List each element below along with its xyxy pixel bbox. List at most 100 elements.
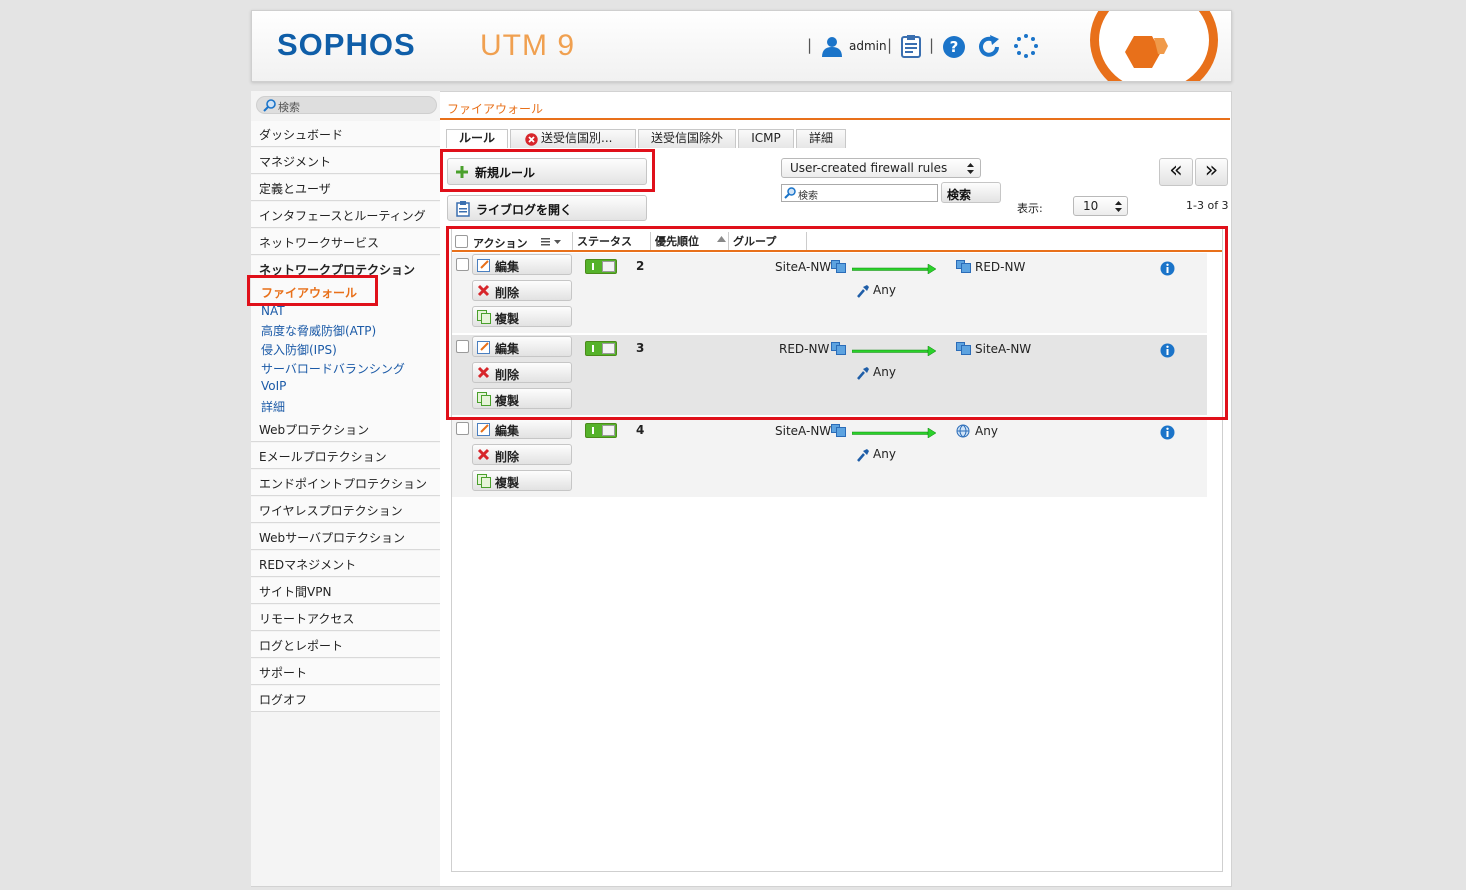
sidebar-item-definitions-users[interactable]: 定義とユーザ <box>251 175 440 201</box>
rule-service[interactable]: Any <box>873 365 896 379</box>
clone-label: 複製 <box>495 476 520 490</box>
column-status[interactable]: ステータス <box>577 233 632 249</box>
info-icon[interactable] <box>1160 261 1175 276</box>
status-toggle[interactable] <box>585 423 617 438</box>
sidebar-item-management[interactable]: マネジメント <box>251 148 440 174</box>
network-icon <box>831 342 846 355</box>
tab-label: 送受信国別... <box>541 131 613 145</box>
search-button[interactable]: 検索 <box>941 182 1001 203</box>
delete-label: 削除 <box>495 368 520 382</box>
sidebar-subitem-ips[interactable]: 侵入防御(IPS) <box>261 341 337 358</box>
sidebar-item-email-protection[interactable]: Eメールプロテクション <box>251 443 440 469</box>
edit-button[interactable]: 編集 <box>472 336 572 357</box>
hexagon-logo <box>1090 11 1218 81</box>
sidebar-item-endpoint-protection[interactable]: エンドポイントプロテクション <box>251 470 440 496</box>
sidebar-item-label: リモートアクセス <box>259 612 355 626</box>
sidebar-item-interfaces-routing[interactable]: インタフェースとルーティング <box>251 202 440 228</box>
clone-button[interactable]: 複製 <box>472 470 572 491</box>
rule-source[interactable]: RED-NW <box>779 342 829 356</box>
edit-label: 編集 <box>495 260 520 274</box>
rule-destination[interactable]: SiteA-NW <box>975 342 1031 356</box>
sidebar-item-web-protection[interactable]: Webプロテクション <box>251 416 440 442</box>
sidebar-item-webserver-protection[interactable]: Webサーバプロテクション <box>251 524 440 550</box>
clone-icon <box>477 310 491 324</box>
network-icon <box>956 342 971 355</box>
prev-page-button[interactable]: « <box>1159 158 1193 186</box>
sidebar-item-wireless-protection[interactable]: ワイヤレスプロテクション <box>251 497 440 523</box>
sidebar-item-label: ワイヤレスプロテクション <box>259 504 403 518</box>
sidebar-item-red-management[interactable]: REDマネジメント <box>251 551 440 577</box>
tab-icmp[interactable]: ICMP <box>738 129 794 148</box>
sidebar-item-support[interactable]: サポート <box>251 659 440 685</box>
edit-button[interactable]: 編集 <box>472 418 572 439</box>
rule-destination[interactable]: Any <box>975 424 998 438</box>
sidebar-subitem-server-load-balancing[interactable]: サーバロードバランシング <box>261 360 405 377</box>
rule-destination[interactable]: RED-NW <box>975 260 1025 274</box>
clipboard-icon[interactable] <box>900 34 922 58</box>
column-action[interactable]: アクション <box>473 235 527 251</box>
info-icon[interactable] <box>1160 425 1175 440</box>
sidebar-item-network-services[interactable]: ネットワークサービス <box>251 229 440 255</box>
rule-position: 2 <box>636 259 645 273</box>
service-icon <box>857 367 869 380</box>
sidebar-item-logoff[interactable]: ログオフ <box>251 686 440 712</box>
per-page-select[interactable]: 10 <box>1073 196 1128 216</box>
separator: | <box>887 36 893 54</box>
rule-filter-select[interactable]: User-created firewall rules <box>781 158 981 178</box>
info-icon[interactable] <box>1160 343 1175 358</box>
column-priority[interactable]: 優先順位 <box>655 233 699 249</box>
delete-button[interactable]: 削除 <box>472 444 572 465</box>
username[interactable]: admin <box>849 39 887 53</box>
sidebar-search-input[interactable]: 検索 <box>256 96 437 114</box>
tab-advanced[interactable]: 詳細 <box>796 129 846 148</box>
clone-button[interactable]: 複製 <box>472 306 572 327</box>
rule-checkbox[interactable] <box>456 340 469 353</box>
sidebar-item-label: ログオフ <box>259 693 308 707</box>
next-page-button[interactable]: » <box>1195 158 1228 186</box>
column-group[interactable]: グループ <box>733 233 776 249</box>
sidebar-item-label: Webプロテクション <box>259 423 370 437</box>
product-name: UTM 9 <box>480 29 575 62</box>
sidebar-subitem-advanced[interactable]: 詳細 <box>261 398 285 415</box>
svg-text:?: ? <box>950 38 959 56</box>
sidebar-subitem-atp[interactable]: 高度な脅威防御(ATP) <box>261 322 376 339</box>
error-icon <box>525 133 538 146</box>
sidebar-subitem-voip[interactable]: VoIP <box>261 379 286 393</box>
rule-service[interactable]: Any <box>873 447 896 461</box>
sidebar-item-logging-reporting[interactable]: ログとレポート <box>251 632 440 658</box>
rule-source[interactable]: SiteA-NW <box>775 260 831 274</box>
tab-country-exceptions[interactable]: 送受信国除外 <box>638 129 736 148</box>
sidebar-subitem-firewall[interactable]: ファイアウォール <box>261 284 357 301</box>
sidebar-item-remote-access[interactable]: リモートアクセス <box>251 605 440 631</box>
select-all-checkbox[interactable] <box>455 235 468 248</box>
rule-checkbox[interactable] <box>456 422 469 435</box>
app-header: SOPHOS UTM 9 | admin | | ? <box>251 10 1232 82</box>
help-icon[interactable]: ? <box>942 35 966 59</box>
sidebar-item-label: ログとレポート <box>259 639 344 653</box>
sidebar-item-label: ネットワークプロテクション <box>259 263 416 277</box>
delete-button[interactable]: 削除 <box>472 362 572 383</box>
rule-service[interactable]: Any <box>873 283 896 297</box>
sidebar-item-dashboard[interactable]: ダッシュボード <box>251 121 440 147</box>
sidebar-item-site-to-site-vpn[interactable]: サイト間VPN <box>251 578 440 604</box>
sidebar-subitem-nat[interactable]: NAT <box>261 304 285 318</box>
edit-button[interactable]: 編集 <box>472 254 572 275</box>
rule-checkbox[interactable] <box>456 258 469 271</box>
rule-source[interactable]: SiteA-NW <box>775 424 831 438</box>
open-live-log-button[interactable]: ライブログを開く <box>447 195 647 221</box>
clone-icon <box>477 474 491 488</box>
rule-search-placeholder: 検索 <box>798 191 818 202</box>
sophos-logo: SOPHOS <box>277 27 416 62</box>
delete-button[interactable]: 削除 <box>472 280 572 301</box>
status-toggle[interactable] <box>585 259 617 274</box>
tab-country-blocking[interactable]: 送受信国別... <box>510 129 636 148</box>
sidebar-item-label: サイト間VPN <box>259 585 332 599</box>
column-menu-icon[interactable] <box>541 238 563 246</box>
rule-search-input[interactable]: 検索 <box>781 184 938 202</box>
status-toggle[interactable] <box>585 341 617 356</box>
clone-button[interactable]: 複製 <box>472 388 572 409</box>
new-rule-button[interactable]: 新規ルール <box>447 158 647 185</box>
tab-rules[interactable]: ルール <box>446 129 508 148</box>
refresh-icon[interactable] <box>976 34 1002 60</box>
user-icon[interactable] <box>821 35 843 57</box>
